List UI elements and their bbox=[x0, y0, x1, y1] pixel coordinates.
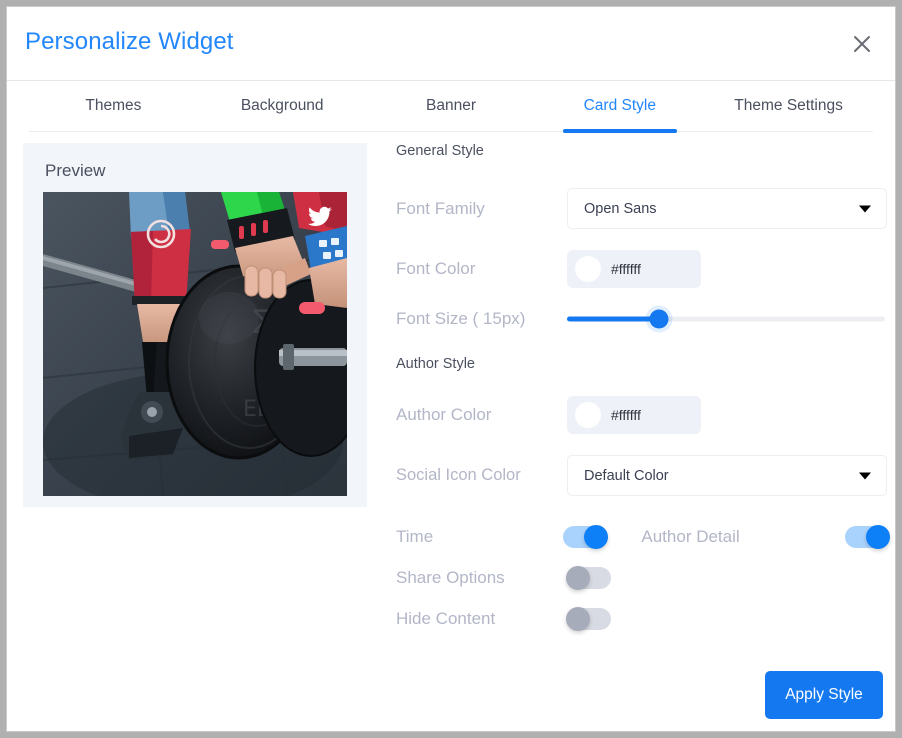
toggle-knob bbox=[566, 607, 590, 631]
chevron-down-icon bbox=[859, 472, 871, 479]
font-family-select[interactable]: Open Sans bbox=[567, 188, 887, 229]
share-options-row: Share Options bbox=[389, 566, 889, 590]
font-color-picker[interactable]: #ffffff bbox=[567, 250, 701, 288]
tabs-bar: Themes Background Banner Card Style Them… bbox=[7, 81, 895, 133]
author-color-picker[interactable]: #ffffff bbox=[567, 396, 701, 434]
tab-card-style[interactable]: Card Style bbox=[535, 81, 704, 131]
social-icon-color-row: Social Icon Color Default Color bbox=[389, 455, 889, 496]
font-family-value: Open Sans bbox=[584, 200, 657, 217]
author-color-swatch bbox=[575, 402, 601, 428]
personalize-widget-dialog: Personalize Widget Themes Background Ban… bbox=[6, 6, 896, 732]
author-detail-label: Author Detail bbox=[641, 527, 740, 546]
tab-label: Theme Settings bbox=[734, 97, 843, 114]
share-options-label: Share Options bbox=[396, 568, 505, 587]
tab-banner[interactable]: Banner bbox=[367, 81, 536, 131]
hide-content-toggle[interactable] bbox=[566, 607, 611, 631]
font-color-label: Font Color bbox=[396, 259, 476, 278]
font-color-row: Font Color #ffffff bbox=[389, 250, 889, 288]
twitter-icon bbox=[307, 204, 333, 230]
preview-image: ∑ ELE bbox=[43, 192, 347, 496]
author-detail-toggle[interactable] bbox=[845, 525, 890, 549]
close-icon[interactable] bbox=[845, 27, 879, 61]
slider-thumb[interactable] bbox=[649, 309, 669, 329]
author-color-value: #ffffff bbox=[611, 407, 641, 423]
time-label: Time bbox=[396, 527, 434, 546]
tab-background[interactable]: Background bbox=[198, 81, 367, 131]
preview-panel: Preview ∑ bbox=[23, 143, 367, 507]
chevron-down-icon bbox=[859, 205, 871, 212]
toggle-knob bbox=[566, 566, 590, 590]
toggle-knob bbox=[866, 525, 890, 549]
slider-fill bbox=[567, 316, 660, 322]
style-settings-form: General Style Font Family Open Sans Font… bbox=[389, 133, 890, 631]
author-color-row: Author Color #ffffff bbox=[389, 396, 889, 434]
tab-label: Background bbox=[240, 97, 324, 114]
share-options-toggle[interactable] bbox=[566, 566, 611, 590]
social-icon-color-label: Social Icon Color bbox=[396, 466, 521, 484]
time-toggle[interactable] bbox=[563, 525, 609, 549]
general-style-heading: General Style bbox=[396, 143, 484, 159]
author-style-heading: Author Style bbox=[396, 356, 475, 372]
toggle-knob bbox=[584, 525, 609, 549]
tab-label: Themes bbox=[85, 97, 142, 114]
social-icon-color-value: Default Color bbox=[584, 467, 669, 484]
dialog-title: Personalize Widget bbox=[25, 28, 234, 55]
font-size-row: Font Size ( 15px) bbox=[389, 309, 889, 329]
font-size-slider[interactable] bbox=[567, 309, 885, 329]
hide-content-row: Hide Content bbox=[389, 607, 889, 631]
social-icon-color-select[interactable]: Default Color bbox=[567, 455, 887, 496]
hide-content-label: Hide Content bbox=[396, 609, 496, 628]
tab-theme-settings[interactable]: Theme Settings bbox=[704, 81, 873, 131]
font-color-swatch bbox=[575, 256, 601, 282]
time-author-row: Time Author Detail bbox=[389, 525, 890, 549]
tab-themes[interactable]: Themes bbox=[29, 81, 198, 131]
font-family-row: Font Family Open Sans bbox=[389, 188, 889, 229]
tab-label: Banner bbox=[426, 97, 476, 114]
font-color-value: #ffffff bbox=[611, 261, 641, 277]
dialog-header: Personalize Widget bbox=[7, 7, 895, 81]
font-family-label: Font Family bbox=[396, 198, 485, 218]
tab-label: Card Style bbox=[583, 97, 656, 114]
preview-title: Preview bbox=[45, 161, 106, 180]
dialog-body: Preview ∑ General Style Font Family Open… bbox=[7, 133, 895, 731]
apply-style-button[interactable]: Apply Style bbox=[765, 671, 883, 719]
author-color-label: Author Color bbox=[396, 405, 492, 424]
font-size-label: Font Size ( 15px) bbox=[396, 309, 526, 328]
